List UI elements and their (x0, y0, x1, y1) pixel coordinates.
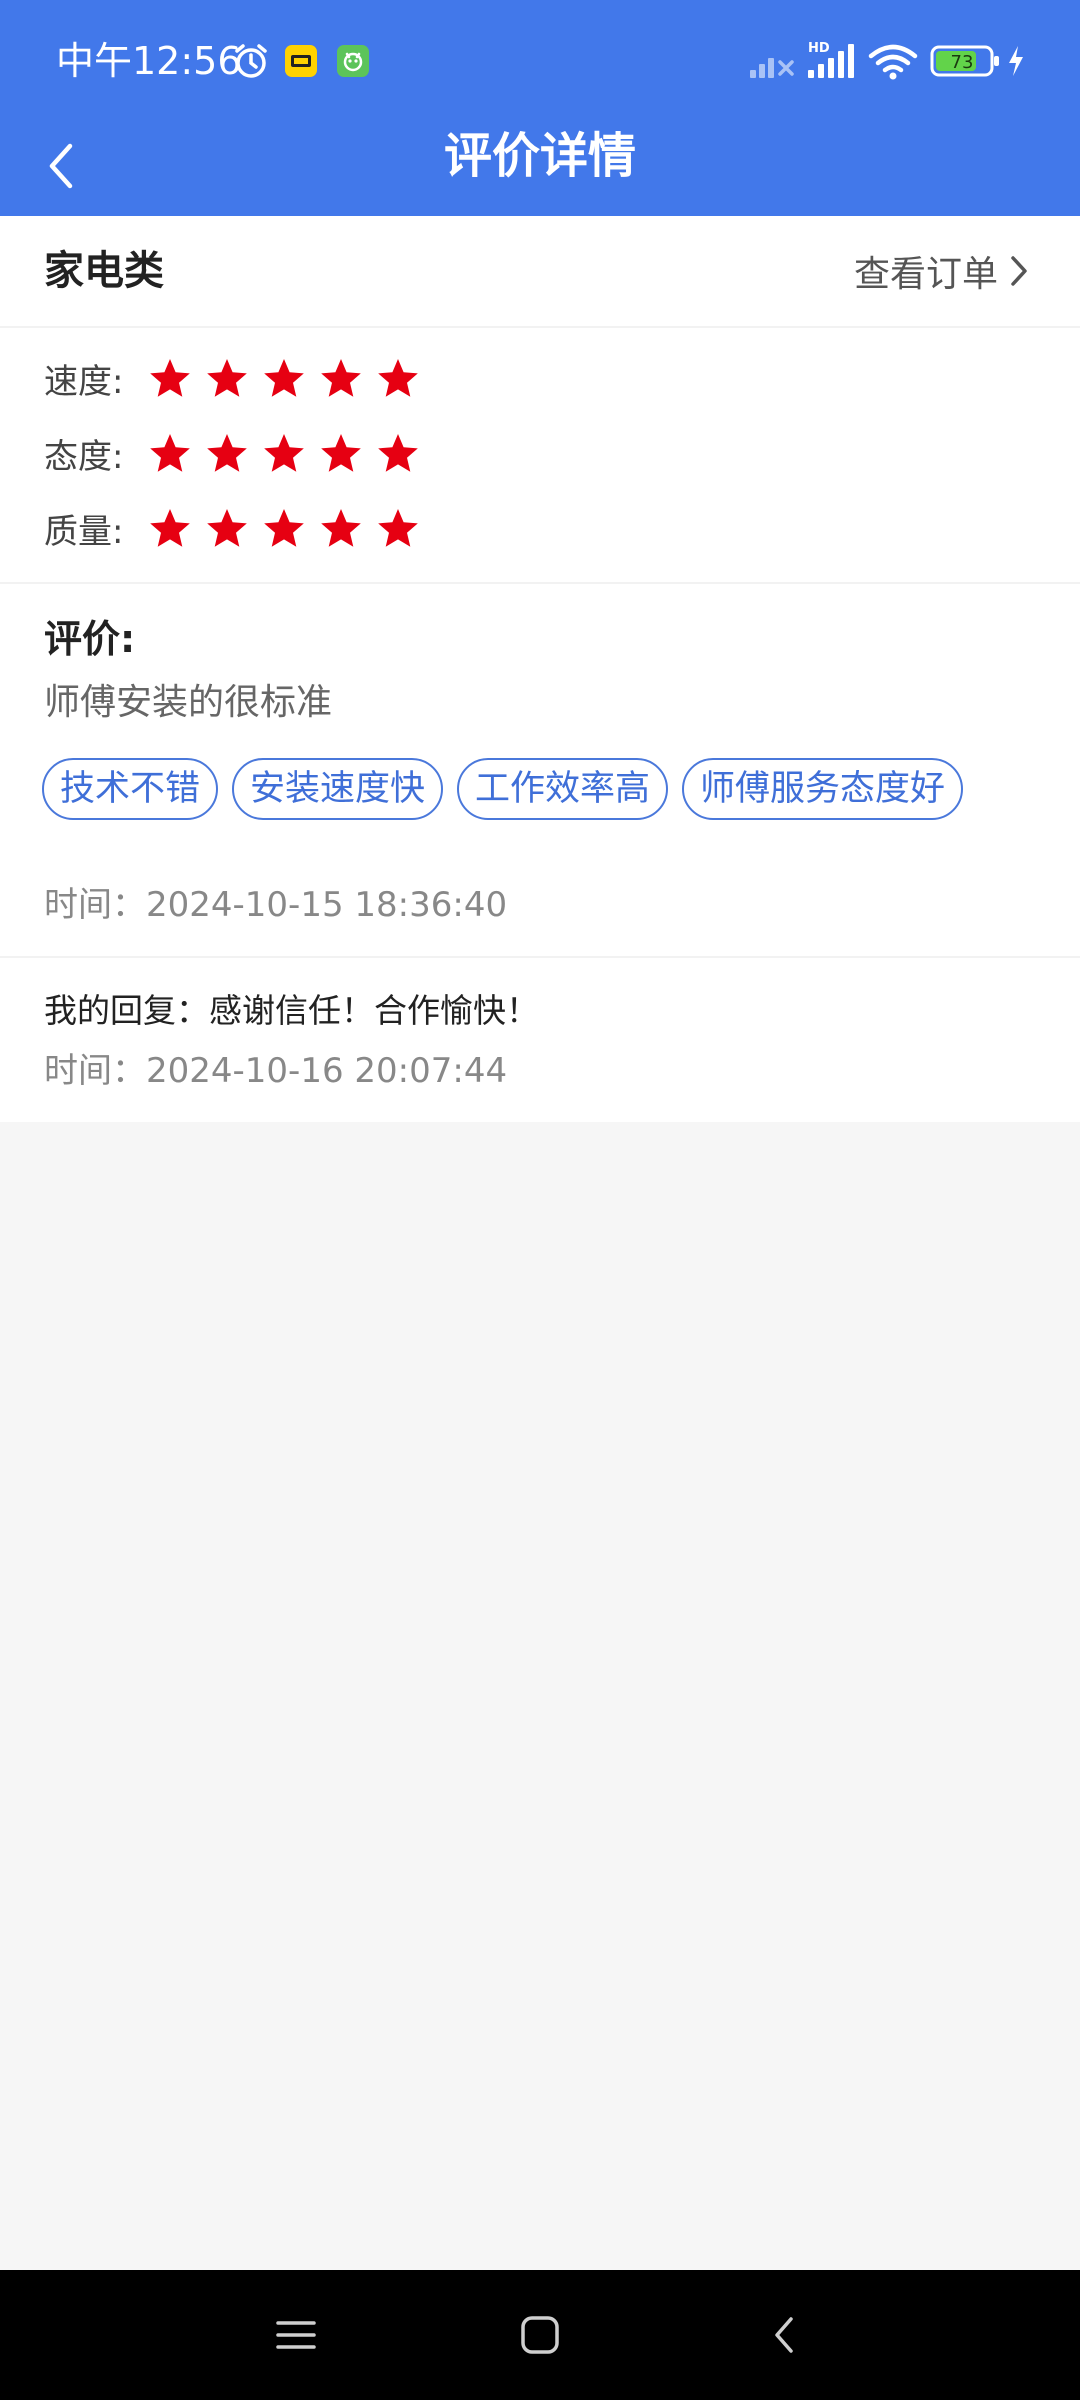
reply-time: 时间：2024-10-16 20:07:44 (44, 1051, 508, 1091)
status-time: 中午12:56 (56, 39, 242, 83)
star-icon (378, 434, 418, 472)
star-icon (264, 359, 304, 397)
rating-label: 态度: (44, 436, 124, 477)
star-icon (321, 434, 361, 472)
home-icon (521, 2316, 559, 2354)
reply-section: 我的回复：感谢信任！合作愉快！ 时间：2024-10-16 20:07:44 (0, 958, 1080, 1122)
star-rating (148, 431, 433, 475)
star-icon (207, 434, 247, 472)
star-icon (150, 509, 190, 547)
star-icon (264, 509, 304, 547)
view-order-link[interactable]: 查看订单 (854, 246, 1030, 296)
nav-back-button[interactable] (754, 2305, 814, 2365)
reply-text: 我的回复：感谢信任！合作愉快！ (44, 991, 539, 1030)
home-button[interactable] (510, 2305, 570, 2365)
review-tag: 技术不错 (42, 758, 219, 820)
star-icon (207, 359, 247, 397)
review-heading: 评价: (44, 617, 136, 661)
battery-level: 73 (951, 52, 974, 73)
rating-label: 速度: (44, 361, 124, 402)
page-title: 评价详情 (443, 128, 636, 184)
wifi-icon (868, 44, 918, 84)
review-tag: 师傅服务态度好 (682, 758, 964, 820)
review-tag: 工作效率高 (457, 758, 669, 820)
menu-button[interactable] (266, 2305, 326, 2365)
signal-strong-icon: HD (806, 40, 860, 84)
star-rating (148, 356, 433, 400)
review-text: 师傅安装的很标准 (44, 682, 333, 723)
review-time: 时间：2024-10-15 18:36:40 (44, 885, 508, 925)
star-icon (150, 434, 190, 472)
alarm-icon (232, 42, 270, 84)
rating-speed: 速度: (44, 350, 433, 406)
star-icon (207, 509, 247, 547)
review-tag: 安装速度快 (232, 758, 444, 820)
chevron-right-icon (1011, 256, 1027, 286)
category-row: 家电类 查看订单 (0, 216, 1080, 328)
star-icon (378, 509, 418, 547)
review-section: 评价: 师傅安装的很标准 技术不错 安装速度快 工作效率高 师傅服务态度好 时间… (0, 584, 1080, 958)
star-icon (378, 359, 418, 397)
app-notification-icon (336, 44, 370, 82)
category-name: 家电类 (44, 248, 164, 294)
ratings-section: 速度: 态度: 质量: (0, 328, 1080, 584)
review-tags: 技术不错 安装速度快 工作效率高 师傅服务态度好 (42, 758, 977, 820)
svg-text:HD: HD (808, 41, 830, 56)
star-icon (264, 434, 304, 472)
title-bar: 评价详情 (0, 124, 1080, 216)
app-notification-icon (284, 44, 318, 82)
view-order-label: 查看订单 (853, 254, 998, 295)
rating-quality: 质量: (44, 500, 433, 556)
app-header: 中午12:56 HD 73 评价详情 (0, 0, 1080, 216)
battery-icon: 73 (930, 44, 1002, 82)
charging-icon (1006, 44, 1026, 82)
star-icon (321, 359, 361, 397)
star-icon (321, 509, 361, 547)
menu-icon (276, 2321, 316, 2349)
back-icon (775, 2317, 793, 2353)
status-bar: 中午12:56 HD 73 (0, 0, 1080, 124)
rating-attitude: 态度: (44, 425, 433, 481)
system-nav-bar (0, 2270, 1080, 2400)
star-icon (150, 359, 190, 397)
star-rating (148, 506, 433, 550)
rating-label: 质量: (44, 511, 124, 552)
signal-weak-icon (748, 46, 798, 82)
